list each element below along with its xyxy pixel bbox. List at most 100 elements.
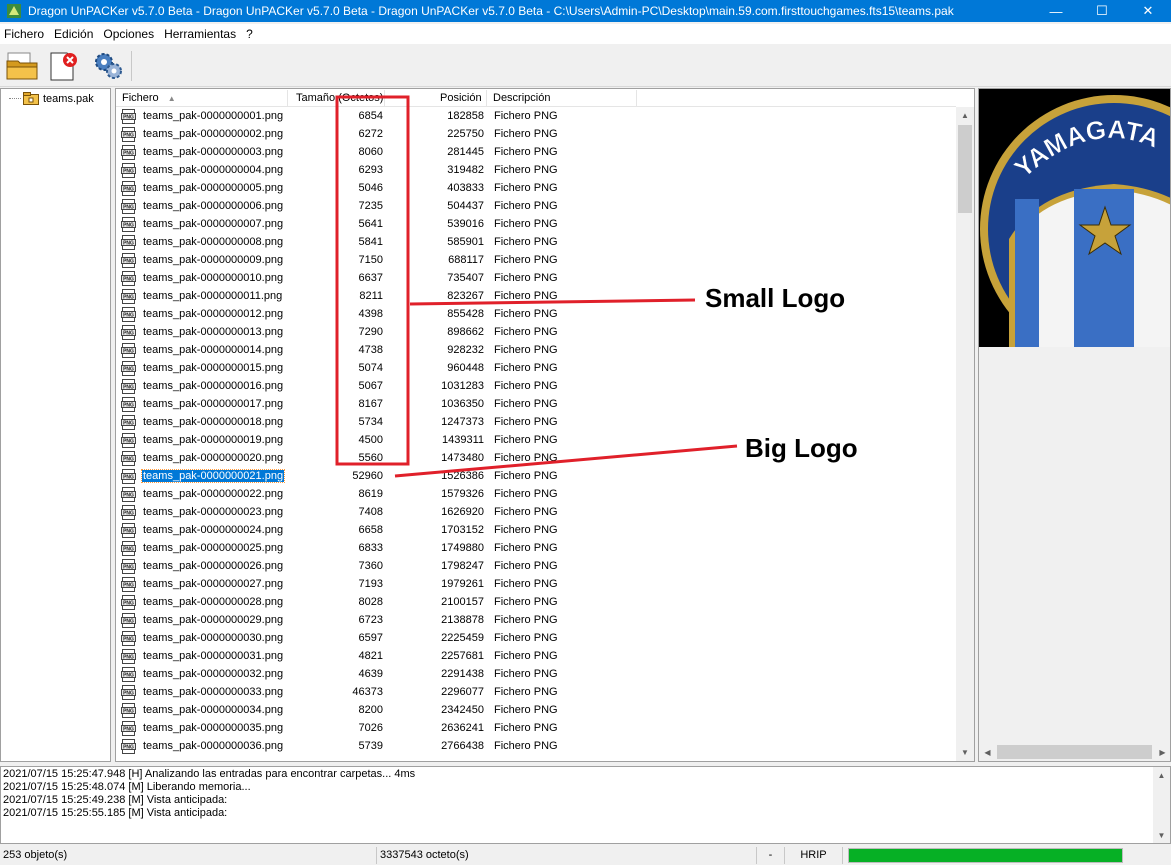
close-button[interactable]: ✕ (1125, 0, 1171, 22)
table-row[interactable]: PNG teams_pak-0000000004.png 6293 319482 Fic… (116, 161, 956, 179)
table-row[interactable]: PNG teams_pak-0000000029.png 6723 2138878 Fi… (116, 611, 956, 629)
vertical-scrollbar[interactable]: ▲ ▼ (956, 107, 974, 761)
file-size: 5734 (358, 416, 383, 428)
table-row[interactable]: PNG teams_pak-0000000013.png 7290 898662 Fic… (116, 323, 956, 341)
file-size: 4639 (358, 668, 383, 680)
menu-help[interactable]: ? (241, 27, 258, 41)
table-row[interactable]: PNG teams_pak-0000000005.png 5046 403833 Fic… (116, 179, 956, 197)
column-divider[interactable] (486, 90, 487, 106)
file-position: 319482 (447, 164, 484, 176)
options-gear-icon[interactable] (90, 49, 126, 83)
log-scrollbar[interactable]: ▲ ▼ (1153, 767, 1170, 843)
preview-horizontal-scrollbar[interactable]: ◀ ▶ (979, 743, 1170, 761)
open-folder-icon[interactable] (4, 49, 40, 83)
file-size: 8167 (358, 398, 383, 410)
svg-text:PNG: PNG (123, 349, 134, 355)
maximize-button[interactable]: ☐ (1079, 0, 1125, 22)
svg-text:PNG: PNG (123, 727, 134, 733)
scroll-right-arrow-icon[interactable]: ▶ (1154, 743, 1170, 761)
table-row[interactable]: PNG teams_pak-0000000034.png 8200 2342450 Fi… (116, 701, 956, 719)
menu-fichero[interactable]: Fichero (0, 27, 49, 41)
tree-node-teams-pak[interactable]: teams.pak (9, 92, 94, 105)
log-line: 2021/07/15 15:25:48.074 [M] Liberando me… (3, 781, 251, 793)
table-row[interactable]: PNG teams_pak-0000000027.png 7193 1979261 Fi… (116, 575, 956, 593)
file-size: 6597 (358, 632, 383, 644)
column-divider[interactable] (636, 90, 637, 106)
table-row[interactable]: PNG teams_pak-0000000008.png 5841 585901 Fic… (116, 233, 956, 251)
scroll-down-arrow-icon[interactable]: ▼ (956, 744, 974, 761)
menu-opciones[interactable]: Opciones (98, 27, 159, 41)
file-description: Fichero PNG (494, 398, 558, 410)
table-row[interactable]: PNG teams_pak-0000000015.png 5074 960448 Fic… (116, 359, 956, 377)
file-name: teams_pak-0000000028.png (143, 596, 284, 608)
file-name: teams_pak-0000000029.png (143, 614, 284, 626)
minimize-button[interactable]: — (1033, 0, 1079, 22)
table-row[interactable]: PNG teams_pak-0000000001.png 6854 182858 Fic… (116, 107, 956, 125)
scroll-left-arrow-icon[interactable]: ◀ (979, 743, 996, 761)
column-header-description[interactable]: Descripción (493, 92, 550, 104)
file-size: 6658 (358, 524, 383, 536)
svg-text:PNG: PNG (123, 151, 134, 157)
table-row[interactable]: PNG teams_pak-0000000017.png 8167 1036350 Fi… (116, 395, 956, 413)
preview-scrollbar-thumb[interactable] (997, 745, 1152, 759)
svg-text:PNG: PNG (123, 511, 134, 517)
file-name: teams_pak-0000000016.png (143, 380, 284, 392)
file-position: 1749880 (441, 542, 484, 554)
log-scroll-up-icon[interactable]: ▲ (1153, 767, 1170, 783)
file-position: 1798247 (441, 560, 484, 572)
file-description: Fichero PNG (494, 326, 558, 338)
table-row[interactable]: PNG teams_pak-0000000026.png 7360 1798247 Fi… (116, 557, 956, 575)
png-file-icon: PNG (121, 649, 136, 664)
column-header-position[interactable]: Posición (440, 92, 482, 104)
table-row[interactable]: PNG teams_pak-0000000021.png 52960 1526386 F… (116, 467, 956, 485)
table-row[interactable]: PNG teams_pak-0000000007.png 5641 539016 Fic… (116, 215, 956, 233)
table-row[interactable]: PNG teams_pak-0000000023.png 7408 1626920 Fi… (116, 503, 956, 521)
table-row[interactable]: PNG teams_pak-0000000014.png 4738 928232 Fic… (116, 341, 956, 359)
png-file-icon: PNG (121, 253, 136, 268)
file-name: teams_pak-0000000025.png (143, 542, 284, 554)
png-file-icon: PNG (121, 289, 136, 304)
progress-fill (849, 849, 1122, 862)
table-row[interactable]: PNG teams_pak-0000000030.png 6597 2225459 Fi… (116, 629, 956, 647)
column-divider[interactable] (384, 90, 385, 106)
file-description: Fichero PNG (494, 488, 558, 500)
png-file-icon: PNG (121, 379, 136, 394)
column-header-size[interactable]: Tamaño (Octetos) (296, 92, 383, 104)
table-row[interactable]: PNG teams_pak-0000000032.png 4639 2291438 Fi… (116, 665, 956, 683)
table-row[interactable]: PNG teams_pak-0000000024.png 6658 1703152 Fi… (116, 521, 956, 539)
file-description: Fichero PNG (494, 704, 558, 716)
table-row[interactable]: PNG teams_pak-0000000022.png 8619 1579326 Fi… (116, 485, 956, 503)
close-file-icon[interactable] (45, 49, 81, 83)
table-row[interactable]: PNG teams_pak-0000000002.png 6272 225750 Fic… (116, 125, 956, 143)
big-logo-annotation: Big Logo (745, 433, 858, 463)
table-row[interactable]: PNG teams_pak-0000000025.png 6833 1749880 Fi… (116, 539, 956, 557)
menu-herramientas[interactable]: Herramientas (159, 27, 241, 41)
table-row[interactable]: PNG teams_pak-0000000028.png 8028 2100157 Fi… (116, 593, 956, 611)
table-row[interactable]: PNG teams_pak-0000000009.png 7150 688117 Fic… (116, 251, 956, 269)
file-name: teams_pak-0000000036.png (143, 740, 284, 752)
file-name: teams_pak-0000000004.png (143, 164, 284, 176)
table-row[interactable]: PNG teams_pak-0000000003.png 8060 281445 Fic… (116, 143, 956, 161)
log-scroll-down-icon[interactable]: ▼ (1153, 827, 1170, 843)
file-size: 8200 (358, 704, 383, 716)
table-row[interactable]: PNG teams_pak-0000000033.png 46373 2296077 F… (116, 683, 956, 701)
file-size: 46373 (352, 686, 383, 698)
column-divider[interactable] (287, 90, 288, 106)
file-description: Fichero PNG (494, 362, 558, 374)
tree-connector (9, 98, 21, 99)
table-row[interactable]: PNG teams_pak-0000000018.png 5734 1247373 Fi… (116, 413, 956, 431)
table-row[interactable]: PNG teams_pak-0000000016.png 5067 1031283 Fi… (116, 377, 956, 395)
table-row[interactable]: PNG teams_pak-0000000006.png 7235 504437 Fic… (116, 197, 956, 215)
table-row[interactable]: PNG teams_pak-0000000031.png 4821 2257681 Fi… (116, 647, 956, 665)
png-file-icon: PNG (121, 433, 136, 448)
column-header-name[interactable]: Fichero ▲ (122, 92, 176, 104)
png-file-icon: PNG (121, 235, 136, 250)
file-size: 4398 (358, 308, 383, 320)
scrollbar-thumb[interactable] (958, 125, 972, 213)
table-row[interactable]: PNG teams_pak-0000000036.png 5739 2766438 Fi… (116, 737, 956, 755)
svg-text:PNG: PNG (123, 313, 134, 319)
table-row[interactable]: PNG teams_pak-0000000035.png 7026 2636241 Fi… (116, 719, 956, 737)
scroll-up-arrow-icon[interactable]: ▲ (956, 107, 974, 124)
menu-edicion[interactable]: Edición (49, 27, 98, 41)
file-description: Fichero PNG (494, 254, 558, 266)
